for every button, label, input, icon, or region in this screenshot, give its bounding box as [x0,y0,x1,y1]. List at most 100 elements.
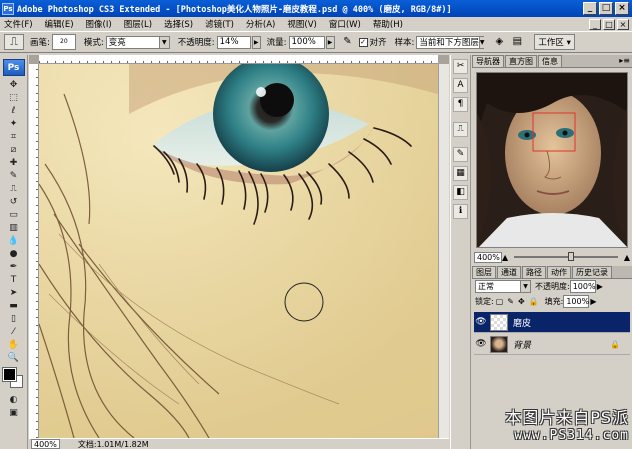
shape-tool-icon[interactable]: ▬ [7,300,21,312]
marquee-tool-icon[interactable]: ⬚ [7,92,21,104]
menu-file[interactable]: 文件(F) [0,18,39,30]
fill-arrow-icon[interactable]: ▶ [590,297,596,306]
type-tool-icon[interactable]: T [7,274,21,286]
blur-tool-icon[interactable]: 💧 [7,235,21,247]
ignore-adjustment-layers-icon[interactable]: ◈ [492,35,506,49]
character-icon[interactable]: A [453,78,468,93]
panel-menu-icon[interactable]: ▸≡ [619,55,630,67]
zoom-in-icon[interactable]: ▲ [624,253,630,262]
doc-restore-button[interactable]: □ [603,18,615,30]
fill-input[interactable]: 100% [563,295,590,308]
menu-image[interactable]: 图像(I) [80,18,118,30]
tab-actions[interactable]: 动作 [547,266,571,278]
palette-toggle-icon[interactable]: ▤ [510,35,524,49]
info-icon[interactable]: ℹ [453,204,468,219]
layer-opacity-input[interactable]: 100% [569,280,596,293]
tab-layers[interactable]: 图层 [472,266,496,278]
opacity-slider-arrow-icon[interactable]: ▶ [251,35,261,49]
blend-mode-select[interactable]: 正常 ▼ [475,280,531,293]
gradient-tool-icon[interactable]: ▥ [7,222,21,234]
history-brush-tool-icon[interactable]: ↺ [7,196,21,208]
hand-tool-icon[interactable]: ✋ [7,339,21,351]
lock-transparent-icon[interactable]: ▢ [496,297,504,306]
menu-edit[interactable]: 编辑(E) [39,18,80,30]
menu-view[interactable]: 视图(V) [281,18,322,30]
doc-minimize-button[interactable]: _ [589,18,601,30]
layer-name[interactable]: 磨皮 [513,316,531,329]
slice-tool-icon[interactable]: ⧄ [7,144,21,156]
zoom-tool-icon[interactable]: 🔍 [7,352,21,364]
layer-row-mopi[interactable]: 👁 磨皮 [474,312,630,333]
tab-channels[interactable]: 通道 [497,266,521,278]
flow-slider-arrow-icon[interactable]: ▶ [325,35,335,49]
move-tool-icon[interactable]: ✥ [7,79,21,91]
clone-source-icon[interactable]: ⎍ [453,122,468,137]
notes-tool-icon[interactable]: ▯ [7,313,21,325]
tool-presets-icon[interactable]: ✂ [453,59,468,74]
clone-stamp-preset-icon[interactable]: ⎍ [4,34,24,50]
swatches-icon[interactable]: ▦ [453,166,468,181]
eraser-tool-icon[interactable]: ▭ [7,209,21,221]
flow-input[interactable]: 100% [288,35,325,49]
aligned-checkbox[interactable]: ✓ [358,37,368,47]
paragraph-icon[interactable]: ¶ [453,97,468,112]
tab-info[interactable]: 信息 [538,55,562,67]
lock-position-icon[interactable]: ✥ [518,297,525,306]
workspace-button[interactable]: 工作区 ▾ [534,34,575,50]
lock-pixels-icon[interactable]: ✎ [507,297,514,306]
visibility-eye-icon[interactable]: 👁 [474,317,488,327]
menu-help[interactable]: 帮助(H) [367,18,409,30]
dodge-tool-icon[interactable]: ● [7,248,21,260]
airbrush-icon[interactable]: ✎ [341,35,355,49]
mode-select[interactable]: 变亮 ▼ [105,35,170,49]
layer-opacity-arrow-icon[interactable]: ▶ [597,282,603,291]
foreground-color-swatch[interactable] [1,367,17,382]
pen-tool-icon[interactable]: ✒ [7,261,21,273]
lasso-tool-icon[interactable]: ℓ [7,105,21,117]
screen-mode-icon[interactable]: ▣ [7,407,21,419]
close-button[interactable]: × [615,2,629,15]
horizontal-ruler[interactable] [39,55,438,64]
brush-tool-icon[interactable]: ✎ [7,170,21,182]
status-zoom[interactable]: 400% [31,439,60,449]
clone-stamp-tool-icon[interactable]: ⎍ [7,183,21,195]
opacity-input[interactable]: 14% [216,35,251,49]
menu-select[interactable]: 选择(S) [158,18,199,30]
tab-histogram[interactable]: 直方图 [505,55,537,67]
sample-select[interactable]: 当前和下方图层 ▼ [416,35,485,49]
ps-logo[interactable]: Ps [2,59,25,76]
lock-all-icon[interactable]: 🔒 [529,297,539,306]
brushes-icon[interactable]: ✎ [453,147,468,162]
navigator-thumbnail[interactable] [476,72,628,248]
aligned-label: 对齐 [369,38,387,48]
tab-paths[interactable]: 路径 [522,266,546,278]
menu-window[interactable]: 窗口(W) [323,18,367,30]
zoom-out-icon[interactable]: ▲ [502,253,508,262]
visibility-eye-icon[interactable]: 👁 [474,339,488,349]
path-selection-tool-icon[interactable]: ➤ [7,287,21,299]
vertical-ruler[interactable] [29,64,39,438]
layer-row-background[interactable]: 👁 背景 🔒 [474,334,630,355]
healing-brush-tool-icon[interactable]: ✚ [7,157,21,169]
minimize-button[interactable]: _ [583,2,597,15]
menu-analysis[interactable]: 分析(A) [240,18,281,30]
vertical-scrollbar[interactable] [438,64,449,438]
canvas[interactable] [39,64,438,438]
menu-filter[interactable]: 滤镜(T) [199,18,240,30]
navigator-zoom[interactable]: 400% [474,251,502,263]
eyedropper-tool-icon[interactable]: ⁄ [7,326,21,338]
navigator-zoom-slider[interactable] [514,252,618,261]
menu-layer[interactable]: 图层(L) [118,18,158,30]
quick-mask-icon[interactable]: ◐ [7,394,21,406]
brush-picker[interactable]: 20 [51,34,76,50]
layer-name[interactable]: 背景 [513,338,531,351]
tab-navigator[interactable]: 导航器 [472,55,504,67]
maximize-button[interactable]: □ [599,2,613,15]
styles-icon[interactable]: ◧ [453,185,468,200]
magic-wand-tool-icon[interactable]: ✦ [7,118,21,130]
crop-tool-icon[interactable]: ⌗ [7,131,21,143]
tab-history[interactable]: 历史记录 [572,266,612,278]
color-swatches[interactable] [1,367,25,390]
zoom-slider-knob[interactable] [568,252,575,261]
doc-close-button[interactable]: × [617,18,629,30]
